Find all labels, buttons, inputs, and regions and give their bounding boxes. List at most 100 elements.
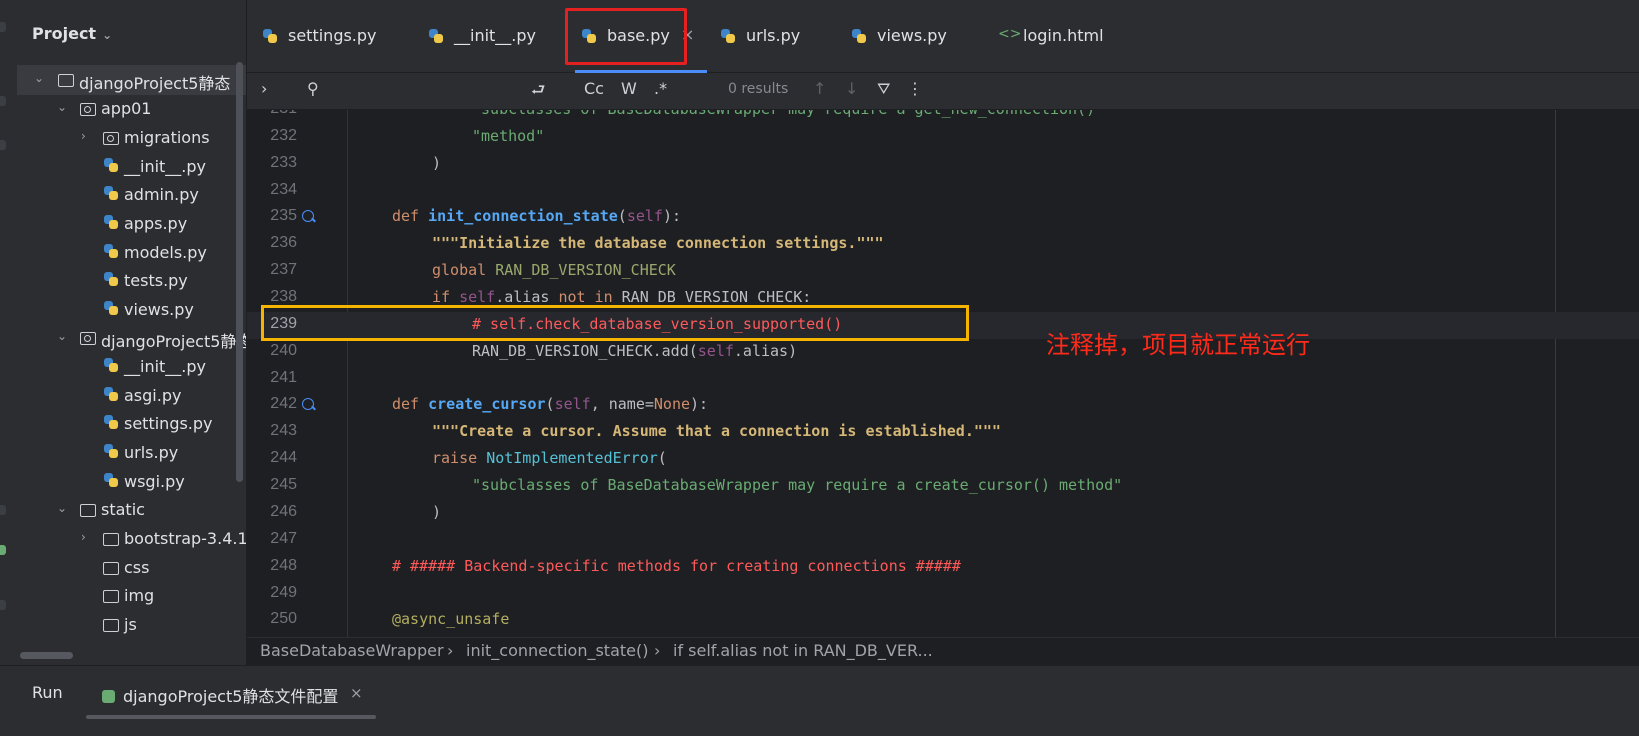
code-line[interactable]: 242 def create_cursor(self, name=None):: [247, 392, 1639, 419]
tree-item-asgi[interactable]: asgi.py: [17, 381, 246, 411]
line-number: 244: [270, 449, 297, 466]
code-editor[interactable]: 231 "subclasses of BaseDatabaseWrapper m…: [247, 110, 1639, 637]
tree-item-static[interactable]: ⌄ static: [17, 495, 246, 525]
whole-words-toggle[interactable]: W: [621, 79, 637, 98]
structure-tool-icon[interactable]: [0, 140, 6, 150]
chevron-down-icon[interactable]: ⌄: [34, 71, 46, 85]
code-text: RAN_DB_VERSION_CHECK.add(self.alias): [472, 342, 798, 360]
breadcrumb-statement[interactable]: if self.alias not in RAN_DB_VER...: [673, 641, 933, 660]
tree-item-project-root[interactable]: ⌄ djangoProject5静态: [17, 65, 246, 95]
tree-item-apps[interactable]: apps.py: [17, 209, 246, 239]
line-number: 248: [270, 557, 297, 574]
tree-item-bootstrap[interactable]: › bootstrap-3.4.1: [17, 524, 246, 554]
line-number: 238: [270, 288, 297, 305]
tree-item-label: __init__.py: [124, 357, 207, 376]
overrides-method-icon[interactable]: [302, 398, 314, 410]
previous-match-icon[interactable]: ↑: [813, 79, 826, 98]
more-options-icon[interactable]: ⋮: [907, 79, 923, 98]
tree-item-tests[interactable]: tests.py: [17, 266, 246, 296]
chevron-down-icon[interactable]: ⌄: [57, 501, 69, 515]
tree-item-label: settings.py: [124, 414, 213, 433]
services-tool-icon[interactable]: [0, 505, 6, 515]
tree-item-urls[interactable]: urls.py: [17, 438, 246, 468]
tree-item-models[interactable]: models.py: [17, 238, 246, 268]
project-panel-title[interactable]: Project ⌄: [32, 24, 112, 43]
newline-toggle-icon[interactable]: ⮐: [531, 79, 545, 106]
run-config-tab[interactable]: djangoProject5静态文件配置: [102, 683, 338, 707]
tree-item-label: admin.py: [124, 185, 199, 204]
code-line[interactable]: 246 ): [247, 500, 1639, 527]
chevron-down-icon[interactable]: ⌄: [57, 329, 69, 343]
tree-item-package-init[interactable]: __init__.py: [17, 352, 246, 382]
code-line[interactable]: 241: [247, 366, 1639, 393]
folder-icon: [80, 504, 96, 517]
tree-item-views[interactable]: views.py: [17, 295, 246, 325]
next-match-icon[interactable]: ↓: [845, 79, 858, 98]
code-text: if self.alias not in RAN_DB_VERSION_CHEC…: [432, 288, 812, 306]
module-folder-icon: [103, 132, 119, 145]
commit-tool-icon[interactable]: [0, 96, 6, 106]
overrides-method-icon[interactable]: [302, 210, 314, 222]
line-number: 237: [270, 261, 297, 278]
line-number: 233: [270, 154, 297, 171]
vertical-scrollbar[interactable]: [236, 62, 243, 482]
code-line[interactable]: 240 RAN_DB_VERSION_CHECK.add(self.alias): [247, 339, 1639, 366]
tree-item-project-package[interactable]: ⌄ djangoProject5静态: [17, 323, 246, 353]
python-file-icon: [104, 415, 120, 431]
chevron-down-icon: ⌄: [102, 28, 113, 42]
horizontal-scrollbar[interactable]: [20, 652, 73, 659]
breadcrumb-method[interactable]: init_connection_state(): [466, 641, 648, 660]
regex-toggle[interactable]: .*: [654, 79, 667, 98]
expand-replace-icon[interactable]: ›: [261, 79, 267, 98]
code-line[interactable]: 245 "subclasses of BaseDatabaseWrapper m…: [247, 473, 1639, 500]
code-line[interactable]: 236 """Initialize the database connectio…: [247, 231, 1639, 258]
tree-item-app01-init[interactable]: __init__.py: [17, 152, 246, 182]
python-icon: [721, 29, 735, 43]
code-text: "subclasses of BaseDatabaseWrapper may r…: [472, 476, 1123, 494]
code-line[interactable]: 237 global RAN_DB_VERSION_CHECK: [247, 258, 1639, 285]
code-line[interactable]: 250 @async_unsafe: [247, 607, 1639, 634]
code-line[interactable]: 249: [247, 581, 1639, 608]
chevron-right-icon[interactable]: ›: [81, 129, 93, 143]
tree-item-label: asgi.py: [124, 386, 182, 405]
tree-item-settings[interactable]: settings.py: [17, 409, 246, 439]
chevron-right-icon[interactable]: ›: [81, 530, 93, 544]
python-file-icon: [104, 215, 120, 231]
run-tool-icon[interactable]: [0, 545, 6, 555]
tree-item-migrations[interactable]: › migrations: [17, 123, 246, 153]
project-panel: Project ⌄ ⌄ djangoProject5静态 ⌄ app01 › mi…: [17, 0, 247, 665]
find-bar: › ⚲ ⮐ Cc W .* 0 results ↑ ↓ ⛛ ⋮: [247, 73, 1639, 110]
code-line[interactable]: 247: [247, 527, 1639, 554]
code-line[interactable]: 234: [247, 178, 1639, 205]
code-line[interactable]: 243 """Create a cursor. Assume that a co…: [247, 419, 1639, 446]
code-line[interactable]: 244 raise NotImplementedError(: [247, 446, 1639, 473]
folder-icon: [103, 590, 119, 603]
line-number: 250: [270, 610, 297, 627]
tree-item-js[interactable]: js: [17, 610, 246, 640]
code-line[interactable]: 231 "subclasses of BaseDatabaseWrapper m…: [247, 110, 1639, 124]
tree-item-app01[interactable]: ⌄ app01: [17, 94, 246, 124]
code-line[interactable]: 235 def init_connection_state(self):: [247, 204, 1639, 231]
filter-icon[interactable]: ⛛: [877, 79, 890, 99]
search-icon[interactable]: ⚲: [307, 79, 319, 98]
tree-item-label: djangoProject5静态: [79, 74, 231, 93]
project-tool-icon[interactable]: [0, 22, 6, 32]
code-line[interactable]: 248 # ##### Backend-specific methods for…: [247, 554, 1639, 581]
tree-item-admin[interactable]: admin.py: [17, 180, 246, 210]
close-run-tab-icon[interactable]: ×: [350, 684, 363, 702]
tree-item-img[interactable]: img: [17, 581, 246, 611]
module-folder-icon: [80, 103, 96, 116]
code-line[interactable]: 233 ): [247, 151, 1639, 178]
tree-item-wsgi[interactable]: wsgi.py: [17, 467, 246, 497]
tree-item-label: views.py: [124, 300, 194, 319]
match-case-toggle[interactable]: Cc: [584, 79, 604, 98]
code-line[interactable]: 232 "method": [247, 124, 1639, 151]
python-file-icon: [104, 444, 120, 460]
breadcrumb-class[interactable]: BaseDatabaseWrapper: [260, 641, 444, 660]
chevron-down-icon[interactable]: ⌄: [57, 100, 69, 114]
code-text: def create_cursor(self, name=None):: [392, 395, 709, 413]
tree-item-label: app01: [101, 99, 152, 118]
tree-item-css[interactable]: css: [17, 553, 246, 583]
problems-tool-icon[interactable]: [0, 600, 6, 610]
run-tool-title[interactable]: Run: [32, 683, 63, 702]
